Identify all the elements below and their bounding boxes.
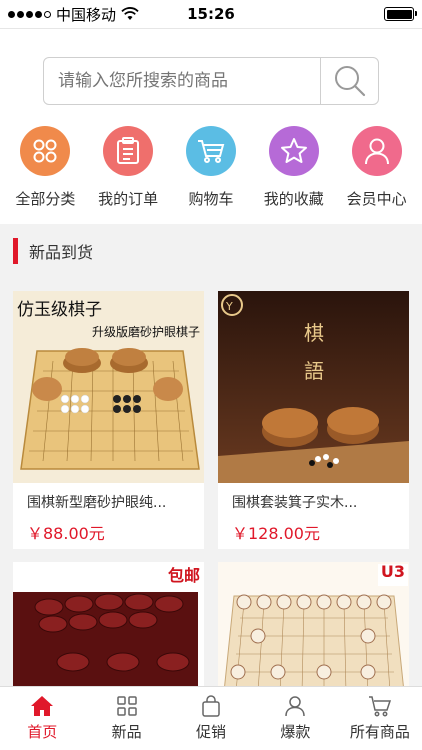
user-icon — [285, 696, 306, 717]
category-label: 我的收藏 — [263, 190, 324, 208]
product-card[interactable]: Y 棋 語 围棋套装箕子实木... ￥128.00元 — [218, 291, 409, 549]
product-price: ￥128.00元 — [232, 524, 320, 543]
cart-icon — [185, 126, 236, 176]
tab-home[interactable]: 首页 — [0, 687, 84, 750]
tab-all-products[interactable]: 所有商品 — [338, 687, 422, 750]
signal-icon — [8, 10, 51, 18]
product-card[interactable]: 包邮 — [13, 562, 204, 692]
star-icon — [268, 126, 319, 176]
category-label: 我的订单 — [98, 190, 159, 208]
battery-icon — [384, 7, 417, 21]
section-accent-bar — [13, 238, 18, 264]
product-card[interactable]: U3 — [218, 562, 409, 692]
tab-new[interactable]: 新品 — [84, 687, 168, 750]
product-image-char-1: 棋 — [304, 321, 324, 345]
category-nav: 全部分类 我的订单 购物车 我的收藏 会员中心 — [0, 126, 422, 209]
product-name: 围棋新型磨砂护眼纯... — [27, 495, 167, 511]
wifi-icon — [121, 7, 139, 20]
user-icon — [351, 126, 402, 176]
product-image: 仿玉级棋子 升级版磨砂护眼棋子 — [13, 291, 204, 483]
status-bar: 中国移动 15:26 — [0, 0, 422, 28]
category-all[interactable]: 全部分类 — [5, 126, 85, 209]
status-left: 中国移动 — [8, 4, 139, 25]
product-image: U3 — [218, 562, 409, 692]
header-area: 全部分类 我的订单 购物车 — [0, 28, 422, 224]
brand-badge: U3 — [380, 562, 405, 581]
product-image-char-2: 語 — [304, 359, 324, 383]
free-shipping-badge: 包邮 — [167, 566, 200, 585]
tab-hot[interactable]: 爆款 — [253, 687, 337, 750]
category-favorites[interactable]: 我的收藏 — [254, 126, 334, 209]
order-list-icon — [103, 126, 154, 176]
bottom-tab-bar: 首页 新品 促销 爆款 所有商品 — [0, 686, 422, 750]
home-icon — [31, 696, 54, 716]
product-card[interactable]: 仿玉级棋子 升级版磨砂护眼棋子 围棋新型磨砂护眼纯... ￥88.00元 — [13, 291, 204, 549]
product-image: Y 棋 語 — [218, 291, 409, 483]
category-label: 会员中心 — [346, 190, 407, 208]
section-title: 新品到货 — [29, 243, 94, 262]
category-cart[interactable]: 购物车 — [171, 126, 251, 209]
cart-icon — [368, 696, 391, 717]
category-label: 全部分类 — [15, 190, 76, 208]
search-box — [43, 57, 379, 105]
grid-icon — [116, 696, 137, 716]
carrier-label: 中国移动 — [56, 5, 117, 24]
product-price: ￥88.00元 — [27, 524, 105, 543]
tab-label: 爆款 — [280, 723, 311, 741]
tab-label: 首页 — [27, 723, 58, 741]
product-image-subtitle: 升级版磨砂护眼棋子 — [91, 325, 200, 339]
grid-icon — [20, 126, 71, 176]
section-header: 新品到货 — [0, 232, 422, 270]
tab-label: 新品 — [111, 723, 142, 741]
tab-label: 所有商品 — [349, 723, 410, 741]
product-image: 包邮 — [13, 562, 204, 692]
search-input[interactable] — [44, 58, 320, 104]
product-name: 围棋套装箕子实木... — [232, 495, 358, 511]
tab-label: 促销 — [196, 723, 227, 741]
product-image-title: 仿玉级棋子 — [17, 300, 102, 320]
category-member[interactable]: 会员中心 — [337, 126, 417, 209]
search-button[interactable] — [320, 58, 378, 104]
category-orders[interactable]: 我的订单 — [88, 126, 168, 209]
category-label: 购物车 — [188, 190, 234, 208]
svg-text:Y: Y — [225, 300, 233, 313]
status-time: 15:26 — [187, 5, 235, 23]
bag-icon — [202, 695, 220, 717]
tab-promotion[interactable]: 促销 — [169, 687, 253, 750]
search-icon — [334, 66, 365, 97]
